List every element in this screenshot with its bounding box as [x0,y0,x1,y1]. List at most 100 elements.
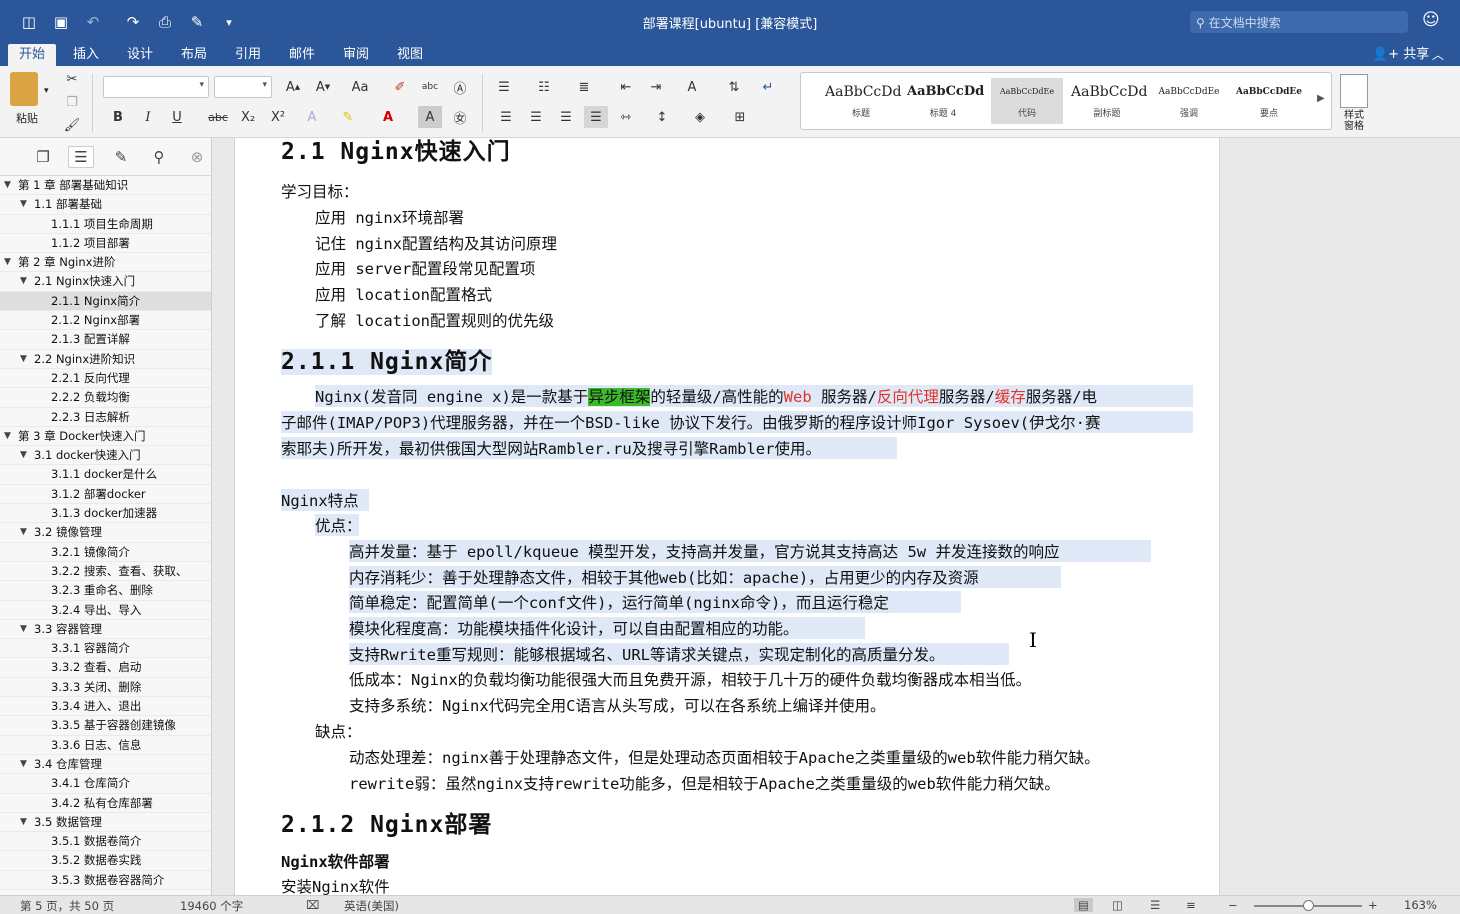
style-code[interactable]: AaBbCcDdEe 代码 [991,78,1063,124]
align-center-icon[interactable]: ☰ [524,106,548,128]
toc-item[interactable]: 3.2.3 重命名、删除 [0,581,211,601]
changes-icon[interactable]: ✎ [108,146,134,168]
format-painter-icon[interactable]: 🖌 [60,114,84,136]
edit-icon[interactable]: ✎ [186,12,208,32]
expand-triangle-icon[interactable]: ▼ [20,272,27,291]
gallery-more-icon[interactable]: ▶ [1317,93,1325,104]
expand-triangle-icon[interactable]: ▼ [20,620,27,639]
font-size-dropdown[interactable]: ▾ [214,76,272,98]
toc-item[interactable]: ▼ 1.1 部署基础 [0,195,211,215]
toc-item[interactable]: 2.1.1 Nginx简介 [0,291,211,312]
toc-item[interactable]: 3.3.3 关闭、删除 [0,678,211,698]
styles-pane-icon[interactable] [1340,74,1368,108]
change-case-icon[interactable]: Aa [348,76,372,98]
toc-item[interactable]: 2.1.2 Nginx部署 [0,311,211,331]
close-icon[interactable]: ⊗ [184,146,210,168]
align-left-icon[interactable]: ☰ [494,106,518,128]
toc-item[interactable]: ▼ 3.2 镜像管理 [0,523,211,543]
toc-item[interactable]: ▼ 第 2 章 Nginx进阶 [0,253,211,273]
shading-icon[interactable]: ◈ [688,106,712,128]
distributed-icon[interactable]: ⇿ [614,106,638,128]
toc-item[interactable]: 2.2.3 日志解析 [0,408,211,427]
char-border-icon[interactable]: ㊛ [448,106,472,128]
line-spacing-icon[interactable]: ↕ [650,106,674,128]
tab-references[interactable]: 引用 [226,44,270,66]
redo-icon[interactable]: ↷ [122,12,144,32]
share-button[interactable]: 👤+ 共享 [1372,44,1429,66]
outline-icon[interactable]: ☰ [68,146,94,168]
tab-design[interactable]: 设计 [118,44,162,66]
expand-triangle-icon[interactable]: ▼ [20,755,27,774]
zoom-in-icon[interactable]: + [1368,898,1378,912]
asian-layout-icon[interactable]: A [680,76,704,98]
print-layout-icon[interactable]: ▤ [1074,898,1093,912]
style-heading-4[interactable]: AaBbCcDd 标题 4 [907,78,984,124]
style-subtitle[interactable]: AaBbCcDd 副标题 [1071,78,1147,124]
tab-insert[interactable]: 插入 [64,44,108,66]
font-name-dropdown[interactable]: ▾ [103,76,209,98]
toc-item[interactable]: ▼ 2.1 Nginx快速入门 [0,272,211,292]
save-icon[interactable]: ▣ [50,12,72,32]
tab-mailings[interactable]: 邮件 [280,44,324,66]
expand-triangle-icon[interactable]: ▼ [4,176,11,195]
shrink-font-icon[interactable]: A ▼ [311,76,335,98]
toc-item[interactable]: 1.1.1 项目生命周期 [0,215,211,234]
align-right-icon[interactable]: ☰ [554,106,578,128]
paste-dropdown-icon[interactable]: ▾ [44,86,49,96]
zoom-slider-handle[interactable] [1303,900,1314,911]
toc-item[interactable]: ▼ 第 3 章 Docker快速入门 [0,427,211,447]
cut-icon[interactable]: ✂ [60,68,84,90]
style-heading[interactable]: AaBbCcDd 标题 [825,78,901,124]
zoom-level[interactable]: 163% [1404,898,1437,912]
draft-view-icon[interactable]: ≡ [1186,898,1196,912]
subscript-icon[interactable]: X₂ [236,106,260,128]
toc-item[interactable]: 3.4.2 私有仓库部署 [0,794,211,813]
multilevel-list-icon[interactable]: ≣ [572,76,596,98]
tab-view[interactable]: 视图 [388,44,432,66]
font-color-icon[interactable]: A [376,106,400,128]
paste-icon[interactable] [10,72,38,106]
expand-triangle-icon[interactable]: ▼ [20,350,27,369]
sort-icon[interactable]: ⇅ [722,76,746,98]
italic-icon[interactable]: I [136,106,160,128]
undo-icon[interactable]: ↶ [82,12,104,32]
strikethrough-icon[interactable]: abc [206,106,230,128]
copy-icon[interactable]: ❐ [60,91,84,113]
print-icon[interactable]: ⎙ [154,12,176,32]
expand-triangle-icon[interactable]: ▼ [4,427,11,446]
phonetic-guide-icon[interactable]: abc [418,76,442,98]
show-marks-icon[interactable]: ↵ [756,76,780,98]
expand-triangle-icon[interactable]: ▼ [20,523,27,542]
toc-item[interactable]: ▼ 3.5 数据管理 [0,813,211,833]
style-key-point[interactable]: AaBbCcDdEe 要点 [1233,78,1305,124]
web-layout-icon[interactable]: ◫ [1112,898,1123,912]
expand-triangle-icon[interactable]: ▼ [20,446,27,465]
page[interactable]: 2.1 Nginx快速入门 学习目标： 应用 nginx环境部署 记住 ngin… [234,138,1220,895]
thumbnails-icon[interactable]: ❐ [30,146,56,168]
toc-item[interactable]: 3.4.1 仓库简介 [0,774,211,794]
numbering-icon[interactable]: ☷ [532,76,556,98]
bullets-icon[interactable]: ☰ [492,76,516,98]
zoom-out-icon[interactable]: − [1228,898,1238,912]
underline-icon[interactable]: U [165,106,189,128]
justify-icon[interactable]: ☰ [584,106,608,128]
toc-item[interactable]: 3.5.2 数据卷实践 [0,851,211,871]
grow-font-icon[interactable]: A ▲ [281,76,305,98]
word-count[interactable]: 19460 个字 [180,898,243,914]
toc-item[interactable]: 3.3.1 容器简介 [0,639,211,659]
toc-item[interactable]: ▼ 2.2 Nginx进阶知识 [0,350,211,369]
customize-icon[interactable]: ▾ [218,12,240,32]
toc-item[interactable]: ▼ 第 1 章 部署基础知识 [0,176,211,196]
text-effects-icon[interactable]: A [300,106,324,128]
outline-view-icon[interactable]: ☰ [1150,898,1160,912]
page-count[interactable]: 第 5 页，共 50 页 [20,898,114,914]
toc-item[interactable]: 3.3.5 基于容器创建镜像 [0,716,211,736]
bold-icon[interactable]: B [106,106,130,128]
language[interactable]: 英语(美国) [344,898,399,914]
toc-item[interactable]: 2.2.2 负载均衡 [0,388,211,408]
tab-review[interactable]: 审阅 [334,44,378,66]
proofing-icon[interactable]: ⌧ [306,898,319,912]
toc-item[interactable]: 3.2.4 导出、导入 [0,601,211,620]
toc-item[interactable]: 3.3.6 日志、信息 [0,736,211,755]
increase-indent-icon[interactable]: ⇥ [644,76,668,98]
